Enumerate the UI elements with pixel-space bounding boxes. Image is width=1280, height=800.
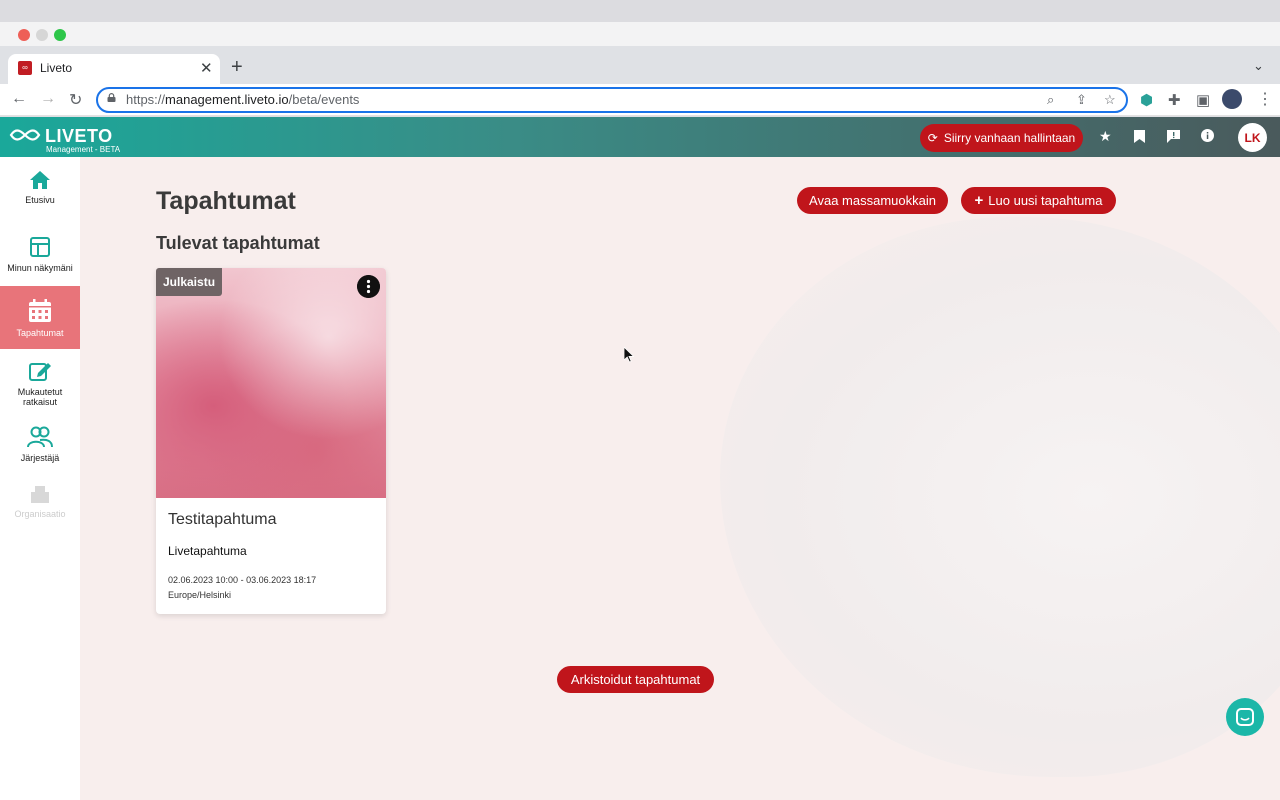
- event-dates: 02.06.2023 10:00 - 03.06.2023 18:17: [168, 575, 317, 585]
- plus-icon: +: [974, 192, 984, 209]
- legacy-button-label: Siirry vanhaan hallintaan: [943, 131, 1076, 145]
- sidebar-item-label: Etusivu: [25, 195, 55, 205]
- reload-icon[interactable]: ↻: [69, 90, 82, 110]
- background-wave-decoration: [720, 217, 1280, 777]
- event-cover-image: [156, 268, 386, 498]
- archived-events-button[interactable]: Arkistoidut tapahtumat: [557, 666, 714, 693]
- layout-icon: [30, 237, 50, 257]
- bookmark-star-icon[interactable]: ☆: [1104, 92, 1116, 108]
- screen-top-strip: [0, 0, 1280, 22]
- minimize-window-button[interactable]: [36, 29, 48, 41]
- extensions-puzzle-icon[interactable]: ✚: [1168, 91, 1181, 109]
- card-menu-icon[interactable]: [357, 275, 380, 298]
- bulk-edit-button[interactable]: Avaa massamuokkain: [797, 187, 948, 214]
- building-icon: [31, 486, 49, 503]
- favorites-star-icon[interactable]: ★: [1099, 128, 1112, 145]
- legacy-management-button[interactable]: ⟳ Siirry vanhaan hallintaan: [920, 124, 1083, 152]
- lock-icon: [107, 93, 116, 102]
- new-tab-icon[interactable]: +: [231, 56, 243, 79]
- url-host: management.liveto.io: [165, 92, 289, 107]
- share-icon[interactable]: ⇪: [1076, 92, 1087, 108]
- edit-icon: [29, 363, 51, 381]
- sidebar-item-label: Organisaatio: [14, 509, 66, 519]
- home-icon: [30, 171, 50, 189]
- browser-menu-icon[interactable]: ⋮: [1257, 89, 1273, 109]
- create-event-label: Luo uusi tapahtuma: [988, 193, 1103, 208]
- sidebar-item-custom-solutions[interactable]: Mukautetut ratkaisut: [0, 360, 80, 412]
- event-name[interactable]: Testitapahtuma: [168, 511, 277, 529]
- sidebar-item-organization: Organisaatio: [0, 484, 80, 522]
- extension-hex-icon[interactable]: ⬢: [1140, 91, 1153, 109]
- info-icon[interactable]: [1201, 129, 1214, 142]
- url-path: /beta/events: [288, 92, 360, 107]
- create-event-button[interactable]: + Luo uusi tapahtuma: [961, 187, 1116, 214]
- event-type: Livetapahtuma: [168, 544, 247, 558]
- calendar-icon: [29, 299, 51, 322]
- forward-icon[interactable]: →: [40, 90, 56, 108]
- window-titlebar: [0, 22, 1280, 46]
- browser-profile-avatar[interactable]: [1222, 89, 1242, 109]
- back-icon[interactable]: ←: [11, 90, 27, 108]
- chat-launcher-button[interactable]: [1226, 698, 1264, 736]
- status-badge: Julkaistu: [156, 268, 223, 296]
- liveto-logo-icon: [9, 129, 41, 141]
- sidebar-item-my-view[interactable]: Minun näkymäni: [0, 236, 80, 286]
- url-scheme: https://: [126, 92, 166, 107]
- chat-icon: [1236, 708, 1254, 726]
- sidebar-item-home[interactable]: Etusivu: [0, 170, 80, 220]
- sidebar-item-label: Järjestäjä: [20, 453, 60, 463]
- maximize-window-button[interactable]: [54, 29, 66, 41]
- close-window-button[interactable]: [18, 29, 30, 41]
- liveto-favicon-icon: ∞: [18, 61, 32, 75]
- side-panel-icon[interactable]: ▣: [1196, 91, 1210, 109]
- sidebar-item-organizer[interactable]: Järjestäjä: [0, 426, 80, 466]
- sidebar-item-label: Mukautetut ratkaisut: [17, 387, 63, 407]
- zoom-icon[interactable]: ⌕: [1047, 92, 1054, 108]
- user-avatar[interactable]: LK: [1238, 123, 1267, 152]
- sidebar-item-label: Minun näkymäni: [7, 263, 73, 273]
- app-header: [0, 117, 1280, 157]
- feedback-icon[interactable]: [1167, 130, 1180, 143]
- url-text[interactable]: https://management.liveto.io/beta/events: [126, 92, 359, 107]
- event-timezone: Europe/Helsinki: [168, 590, 232, 600]
- sync-icon: ⟳: [927, 131, 938, 145]
- sidebar-item-events[interactable]: Tapahtumat: [0, 286, 80, 349]
- tab-title: Liveto: [40, 61, 73, 75]
- logo-text: LIVETO: [45, 126, 113, 146]
- tab-search-chevron-icon[interactable]: ⌄: [1253, 58, 1264, 74]
- upcoming-events-heading: Tulevat tapahtumat: [156, 233, 320, 253]
- close-tab-icon[interactable]: ✕: [200, 59, 213, 77]
- logo-subtitle: Management - BETA: [46, 145, 121, 154]
- bookmark-icon[interactable]: [1134, 130, 1145, 143]
- page-title: Tapahtumat: [156, 187, 296, 215]
- users-icon: [27, 426, 53, 448]
- sidebar-item-label: Tapahtumat: [16, 328, 64, 338]
- mouse-cursor-icon: [624, 347, 634, 363]
- event-card[interactable]: [156, 268, 386, 614]
